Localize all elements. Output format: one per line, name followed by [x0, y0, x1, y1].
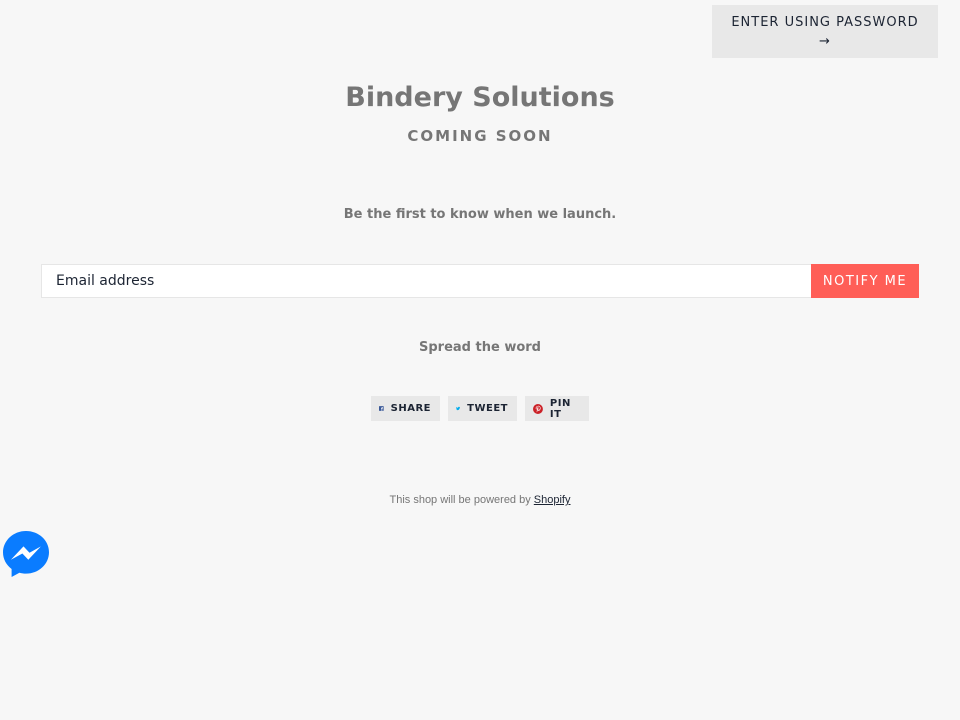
email-signup-form: NOTIFY ME [41, 264, 919, 298]
powered-by-text: This shop will be powered by [389, 494, 531, 506]
facebook-share-button[interactable]: SHARE [371, 396, 440, 421]
twitter-tweet-button[interactable]: TWEET [448, 396, 517, 421]
share-label: SHARE [390, 403, 431, 414]
tweet-label: TWEET [467, 403, 508, 414]
enter-password-label: ENTER USING PASSWORD [731, 15, 919, 30]
facebook-icon [379, 406, 384, 411]
twitter-icon [456, 406, 461, 411]
notify-me-button[interactable]: NOTIFY ME [811, 264, 919, 298]
store-title: Bindery Solutions [345, 82, 615, 113]
pinterest-icon [533, 403, 543, 414]
pinterest-pin-button[interactable]: PIN IT [525, 396, 589, 421]
shopify-link[interactable]: Shopify [534, 494, 571, 506]
messenger-chat-button[interactable] [3, 531, 49, 577]
coming-soon-heading: COMING SOON [407, 127, 553, 145]
enter-password-button[interactable]: ENTER USING PASSWORD → [712, 5, 938, 58]
spread-the-word-heading: Spread the word [419, 340, 541, 355]
arrow-right-icon: → [819, 34, 831, 49]
launch-tagline: Be the first to know when we launch. [343, 207, 617, 222]
email-input[interactable] [41, 264, 811, 298]
powered-by-footer: This shop will be powered by Shopify [0, 494, 960, 506]
pin-it-label: PIN IT [549, 397, 571, 420]
social-share-buttons: SHARE TWEET PIN IT [0, 396, 960, 421]
messenger-icon [3, 531, 49, 577]
